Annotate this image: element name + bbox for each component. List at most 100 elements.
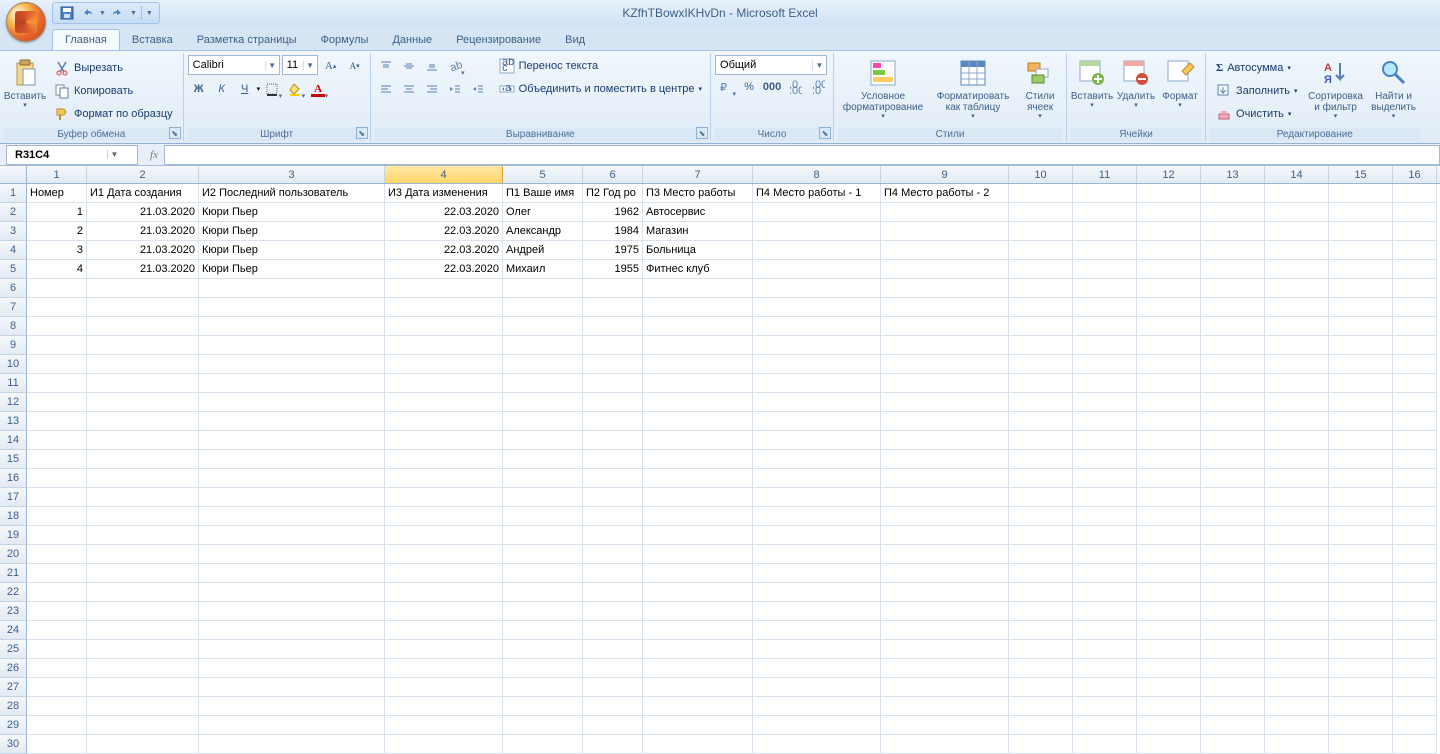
cell[interactable] <box>753 659 881 678</box>
cell[interactable] <box>1329 583 1393 602</box>
cell[interactable] <box>1201 203 1265 222</box>
indent-decrease-icon[interactable] <box>444 78 466 100</box>
cell[interactable] <box>503 469 583 488</box>
cell[interactable]: П1 Ваше имя <box>503 184 583 203</box>
cell[interactable] <box>1009 564 1073 583</box>
cell[interactable] <box>881 412 1009 431</box>
cell[interactable] <box>1009 393 1073 412</box>
cell[interactable] <box>385 412 503 431</box>
cell[interactable] <box>87 659 199 678</box>
cell[interactable] <box>385 279 503 298</box>
cell[interactable] <box>1265 184 1329 203</box>
cell[interactable] <box>1265 469 1329 488</box>
cell[interactable] <box>643 488 753 507</box>
cell[interactable] <box>1329 621 1393 640</box>
paste-button[interactable]: Вставить▾ <box>4 55 46 112</box>
cell[interactable] <box>643 507 753 526</box>
cell[interactable] <box>199 336 385 355</box>
cell[interactable]: 22.03.2020 <box>385 203 503 222</box>
cell[interactable] <box>753 602 881 621</box>
cell[interactable] <box>1201 374 1265 393</box>
cell[interactable]: Александр <box>503 222 583 241</box>
cell[interactable] <box>1201 222 1265 241</box>
autosum-button[interactable]: Σ Автосумма ▾ <box>1212 57 1302 79</box>
cell[interactable] <box>1265 621 1329 640</box>
cell[interactable] <box>1073 659 1137 678</box>
cell[interactable] <box>1073 279 1137 298</box>
cell[interactable] <box>643 298 753 317</box>
col-header[interactable]: 5 <box>503 166 583 183</box>
cell[interactable] <box>1265 450 1329 469</box>
cell[interactable] <box>1201 697 1265 716</box>
cell[interactable] <box>87 564 199 583</box>
row-header[interactable]: 9 <box>0 336 27 355</box>
cell[interactable] <box>753 431 881 450</box>
cell[interactable]: И2 Последний пользователь <box>199 184 385 203</box>
cell[interactable] <box>1201 469 1265 488</box>
cell[interactable] <box>199 526 385 545</box>
cell[interactable] <box>503 450 583 469</box>
cell[interactable] <box>583 507 643 526</box>
cell[interactable] <box>27 697 87 716</box>
cell[interactable] <box>1265 355 1329 374</box>
font-size-combo[interactable]: ▼ <box>282 55 318 75</box>
cell[interactable] <box>1393 602 1437 621</box>
cell[interactable] <box>199 545 385 564</box>
cell[interactable] <box>87 602 199 621</box>
cell[interactable] <box>1073 583 1137 602</box>
cell[interactable]: 21.03.2020 <box>87 222 199 241</box>
cell[interactable] <box>1073 526 1137 545</box>
cell[interactable] <box>87 412 199 431</box>
cell[interactable] <box>881 393 1009 412</box>
cell[interactable] <box>643 678 753 697</box>
row-header[interactable]: 27 <box>0 678 27 697</box>
cell[interactable] <box>1393 279 1437 298</box>
cell[interactable] <box>199 564 385 583</box>
cell[interactable] <box>199 697 385 716</box>
cell[interactable] <box>1329 564 1393 583</box>
cell[interactable]: Больница <box>643 241 753 260</box>
cell[interactable] <box>199 507 385 526</box>
format-button[interactable]: Формат▾ <box>1159 55 1201 112</box>
clipboard-launcher-icon[interactable]: ⬊ <box>169 127 181 139</box>
cell[interactable] <box>87 716 199 735</box>
cell[interactable] <box>27 336 87 355</box>
cell[interactable] <box>1201 640 1265 659</box>
cell[interactable]: 2 <box>27 222 87 241</box>
cell[interactable] <box>1137 279 1201 298</box>
col-header[interactable]: 16 <box>1393 166 1437 183</box>
bold-icon[interactable]: Ж <box>188 78 210 100</box>
cell[interactable] <box>1329 469 1393 488</box>
fx-icon[interactable]: fx <box>144 146 164 164</box>
cell[interactable] <box>1009 431 1073 450</box>
align-center-icon[interactable] <box>398 78 420 100</box>
cell[interactable] <box>583 336 643 355</box>
cell[interactable] <box>1201 545 1265 564</box>
col-header[interactable]: 6 <box>583 166 643 183</box>
tab-Вид[interactable]: Вид <box>553 30 597 50</box>
cell[interactable] <box>881 507 1009 526</box>
indent-increase-icon[interactable] <box>467 78 489 100</box>
align-right-icon[interactable] <box>421 78 443 100</box>
cell[interactable] <box>1393 488 1437 507</box>
cell[interactable] <box>87 298 199 317</box>
cell[interactable] <box>385 450 503 469</box>
cell[interactable] <box>1393 716 1437 735</box>
cell[interactable] <box>199 317 385 336</box>
cell[interactable] <box>1137 450 1201 469</box>
cell[interactable] <box>1073 564 1137 583</box>
cell[interactable] <box>27 431 87 450</box>
cell[interactable] <box>643 659 753 678</box>
cell[interactable] <box>1137 602 1201 621</box>
alignment-launcher-icon[interactable]: ⬊ <box>696 127 708 139</box>
cell[interactable]: 22.03.2020 <box>385 241 503 260</box>
cell[interactable] <box>503 374 583 393</box>
cell[interactable] <box>881 526 1009 545</box>
number-launcher-icon[interactable]: ⬊ <box>819 127 831 139</box>
cell[interactable] <box>753 203 881 222</box>
cell[interactable] <box>1009 716 1073 735</box>
cell[interactable] <box>1201 621 1265 640</box>
underline-icon[interactable]: Ч <box>234 78 256 100</box>
cell[interactable] <box>503 279 583 298</box>
cell[interactable] <box>1393 355 1437 374</box>
